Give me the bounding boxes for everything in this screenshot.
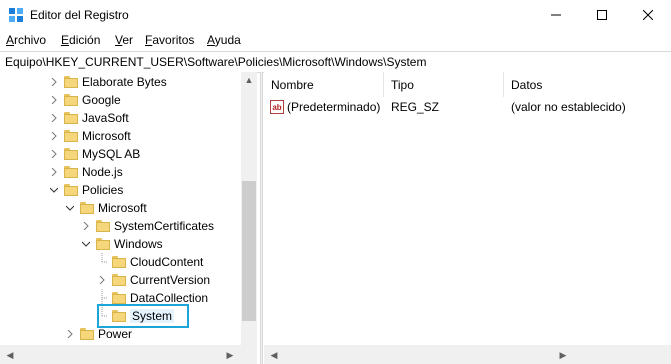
value-data: (valor no establecido) <box>511 100 626 114</box>
selection-highlight-box <box>97 304 189 328</box>
column-header-tipo[interactable]: Tipo <box>384 72 504 97</box>
window-title: Editor del Registro <box>30 8 129 22</box>
tree-node-policies[interactable]: Policies <box>48 181 123 199</box>
minimize-button[interactable] <box>533 0 579 30</box>
close-icon <box>643 10 653 20</box>
maximize-button[interactable] <box>579 0 625 30</box>
folder-icon <box>96 238 110 250</box>
address-bar[interactable]: Equipo\HKEY_CURRENT_USER\Software\Polici… <box>0 51 671 73</box>
tree-node-microsoft[interactable]: Microsoft <box>48 127 131 145</box>
folder-icon <box>64 184 78 196</box>
folder-icon <box>80 328 94 340</box>
menu-edicion[interactable]: Edición <box>61 33 100 47</box>
folder-icon <box>96 220 110 232</box>
folder-icon <box>64 166 78 178</box>
tree-node-javasoft[interactable]: JavaSoft <box>48 109 129 127</box>
values-list: Nombre Tipo Datos ab (Predeterminado) RE… <box>264 72 671 345</box>
chevron-right-icon[interactable] <box>48 145 60 163</box>
menu-favoritos[interactable]: Favoritos <box>145 33 194 47</box>
chevron-down-icon[interactable] <box>64 199 76 217</box>
tree-node-nodejs[interactable]: Node.js <box>48 163 123 181</box>
tree-node-google[interactable]: Google <box>48 91 121 109</box>
value-name: (Predeterminado) <box>287 100 381 114</box>
scroll-right-arrow-icon[interactable]: ▶ <box>555 347 571 363</box>
tree-connector-icon <box>96 253 108 271</box>
chevron-right-icon[interactable] <box>48 91 60 109</box>
menu-ayuda[interactable]: Ayuda <box>207 33 241 47</box>
chevron-right-icon[interactable] <box>48 163 60 181</box>
folder-icon <box>64 94 78 106</box>
value-type: REG_SZ <box>391 100 440 114</box>
title-bar: Editor del Registro <box>0 0 671 30</box>
table-row[interactable]: ab (Predeterminado) REG_SZ (valor no est… <box>264 98 671 116</box>
tree-horizontal-scrollbar[interactable]: ◀ ▶ <box>0 345 257 364</box>
folder-icon <box>64 148 78 160</box>
column-header-nombre[interactable]: Nombre <box>264 72 384 97</box>
tree-node-systemcertificates[interactable]: SystemCertificates <box>80 217 214 235</box>
string-value-icon: ab <box>270 100 284 114</box>
tree-node-policies-microsoft[interactable]: Microsoft <box>64 199 147 217</box>
chevron-right-icon[interactable] <box>64 325 76 343</box>
tree-scrollbar-thumb[interactable] <box>242 181 256 321</box>
folder-icon <box>64 130 78 142</box>
scroll-up-arrow-icon[interactable]: ▲ <box>241 72 257 88</box>
list-horizontal-scrollbar[interactable]: ◀ ▶ <box>264 345 671 364</box>
menu-archivo[interactable]: Archivo <box>6 33 46 47</box>
chevron-right-icon[interactable] <box>48 73 60 91</box>
tree-node-windows[interactable]: Windows <box>80 235 163 253</box>
folder-icon <box>112 274 126 286</box>
tree-node-elaborate-bytes[interactable]: Elaborate Bytes <box>48 73 167 91</box>
address-path[interactable]: Equipo\HKEY_CURRENT_USER\Software\Polici… <box>5 55 426 69</box>
chevron-down-icon[interactable] <box>48 181 60 199</box>
folder-icon <box>112 292 126 304</box>
folder-icon <box>80 202 94 214</box>
chevron-right-icon[interactable] <box>48 127 60 145</box>
scroll-left-arrow-icon[interactable]: ◀ <box>266 347 282 363</box>
tree-node-mysql-ab[interactable]: MySQL AB <box>48 145 140 163</box>
scroll-left-arrow-icon[interactable]: ◀ <box>2 347 18 363</box>
chevron-right-icon[interactable] <box>48 109 60 127</box>
folder-icon <box>64 76 78 88</box>
minimize-icon <box>551 14 561 16</box>
tree-node-cloudcontent[interactable]: CloudContent <box>96 253 203 271</box>
maximize-icon <box>597 10 607 20</box>
folder-icon <box>112 256 126 268</box>
close-button[interactable] <box>625 0 671 30</box>
scroll-right-arrow-icon[interactable]: ▶ <box>222 347 238 363</box>
folder-icon <box>64 112 78 124</box>
column-header-datos[interactable]: Datos <box>504 72 671 97</box>
chevron-right-icon[interactable] <box>80 217 92 235</box>
chevron-down-icon[interactable] <box>80 235 92 253</box>
menu-ver[interactable]: Ver <box>115 33 133 47</box>
registry-editor-icon <box>9 8 23 22</box>
menu-bar: Archivo Edición Ver Favoritos Ayuda <box>0 30 671 50</box>
tree-node-currentversion[interactable]: CurrentVersion <box>96 271 210 289</box>
pane-splitter[interactable] <box>260 72 263 364</box>
chevron-right-icon[interactable] <box>96 271 108 289</box>
